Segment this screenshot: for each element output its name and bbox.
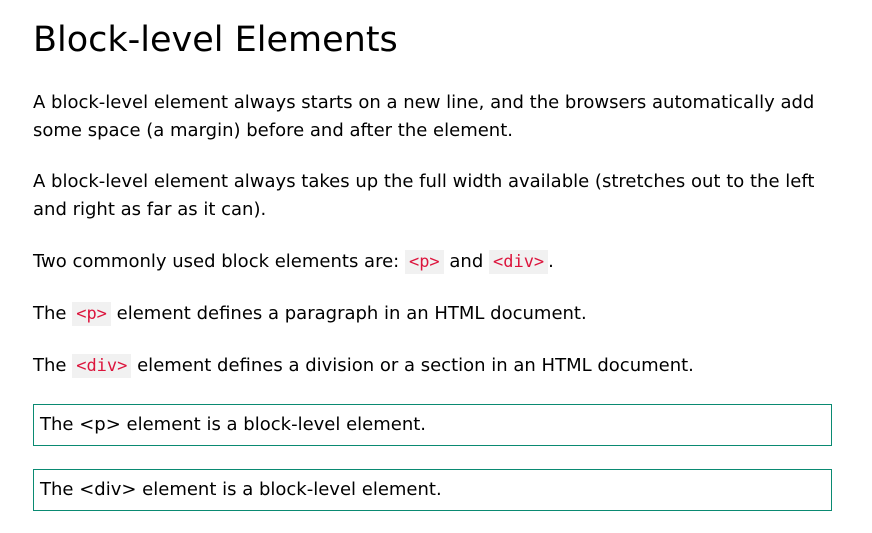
text-segment: element defines a paragraph in an HTML d…: [110, 303, 587, 324]
text-segment: The: [33, 303, 73, 324]
text-segment: Two commonly used block elements are:: [33, 251, 405, 272]
paragraph-p-element: The <p> element defines a paragraph in a…: [33, 300, 833, 328]
paragraph-common-elements: Two commonly used block elements are: <p…: [33, 248, 833, 276]
page-title: Block-level Elements: [33, 20, 398, 60]
paragraph-full-width: A block-level element always takes up th…: [33, 171, 815, 220]
code-div-tag: <div>: [488, 250, 549, 274]
text-segment: .: [548, 251, 554, 272]
paragraph-div-element: The <div> element defines a division or …: [33, 352, 833, 380]
code-div-tag: <div>: [72, 354, 132, 378]
text-segment: The: [33, 355, 73, 376]
code-p-tag: <p>: [72, 302, 111, 326]
example-p-box: The <p> element is a block-level element…: [33, 404, 832, 446]
text-segment: element defines a division or a section …: [131, 355, 694, 376]
example-div-box: The <div> element is a block-level eleme…: [33, 469, 832, 511]
paragraph-block-intro: A block-level element always starts on a…: [33, 92, 815, 141]
page: Block-level Elements A block-level eleme…: [0, 0, 872, 533]
code-p-tag: <p>: [404, 250, 444, 274]
text-segment: and: [443, 251, 489, 272]
